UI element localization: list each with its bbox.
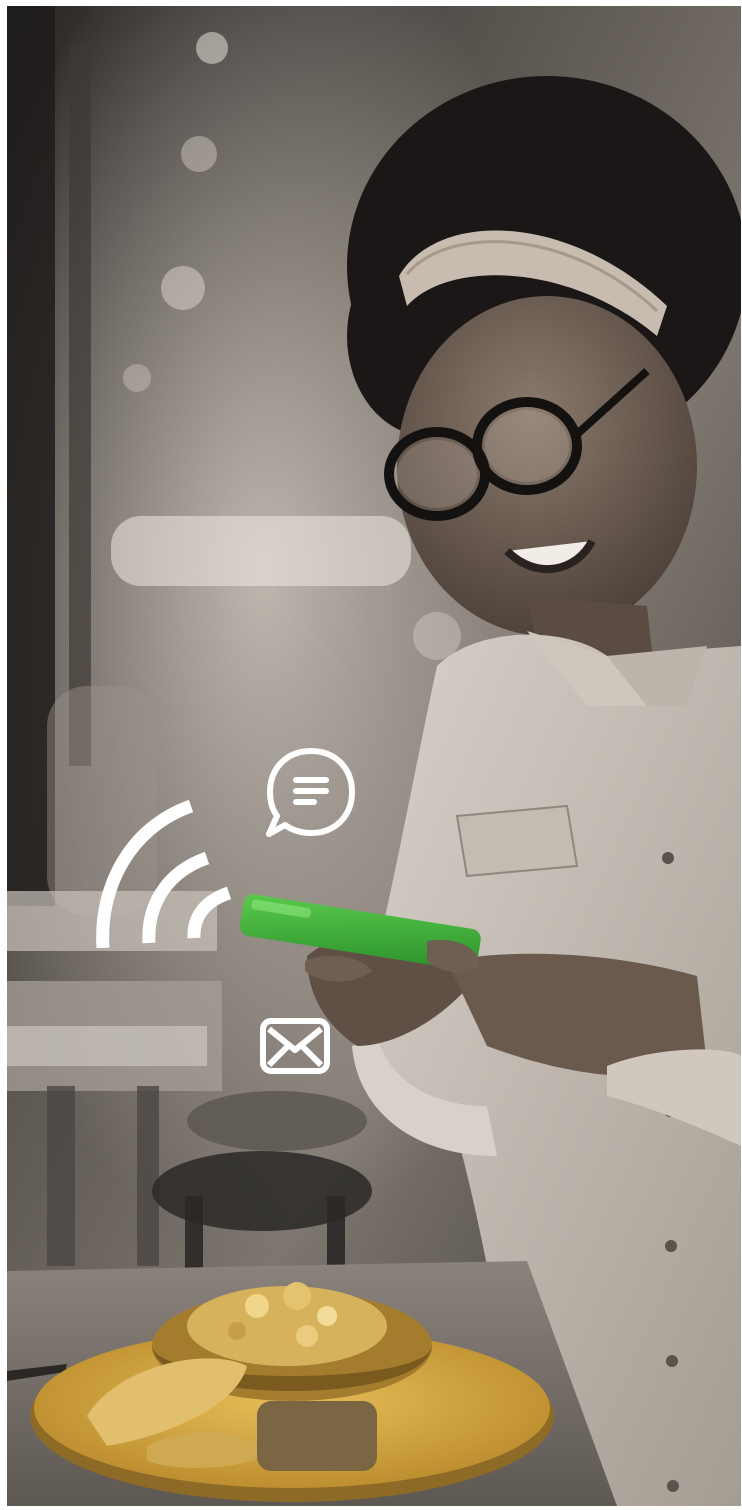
envelope-icon [259,1017,331,1075]
signal-waves-icon [89,798,239,948]
photo-frame [7,6,741,1506]
photo-scene [7,6,741,1506]
chat-bubble-icon [265,746,357,840]
